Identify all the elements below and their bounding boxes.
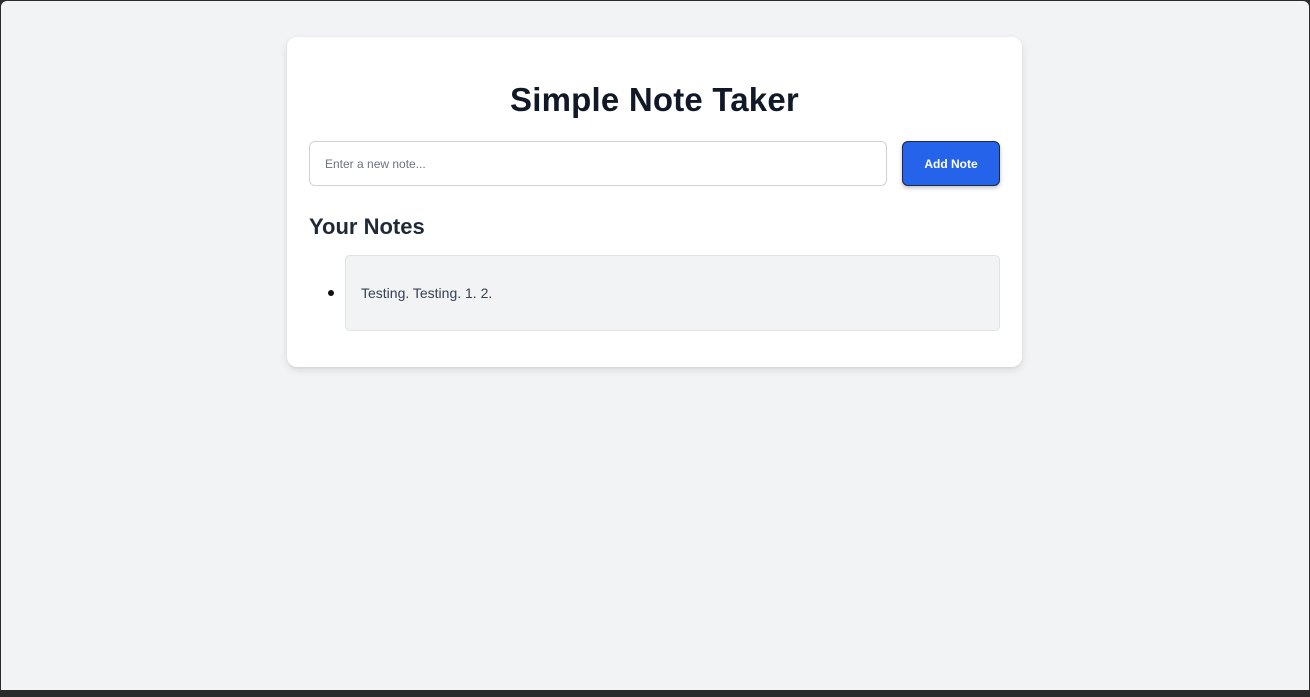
window-bottom-border [0, 690, 1310, 697]
bullet-icon [328, 290, 334, 296]
notes-section-heading: Your Notes [309, 214, 425, 239]
list-item: Testing. Testing. 1. 2. [309, 255, 1000, 331]
note-card: Testing. Testing. 1. 2. [345, 255, 1000, 331]
note-taker-card: Simple Note Taker Add Note Your Notes Te… [287, 37, 1022, 367]
new-note-input[interactable] [309, 141, 887, 186]
page-title: Simple Note Taker [510, 81, 799, 118]
app-viewport: Simple Note Taker Add Note Your Notes Te… [1, 1, 1309, 690]
note-text: Testing. Testing. 1. 2. [361, 285, 493, 301]
notes-list: Testing. Testing. 1. 2. [309, 255, 1000, 331]
add-note-button[interactable]: Add Note [902, 141, 1000, 186]
